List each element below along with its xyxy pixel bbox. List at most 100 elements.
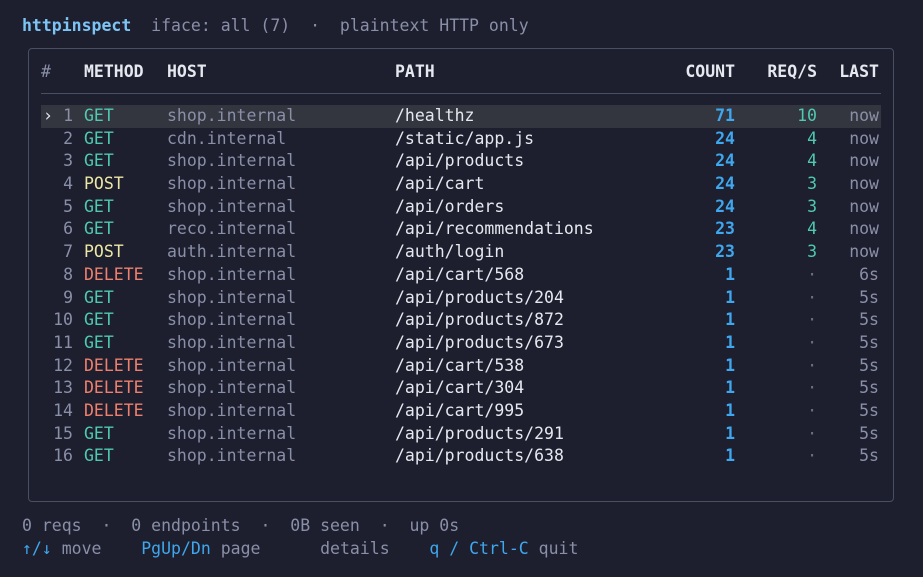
count-cell: 24: [715, 174, 735, 194]
quit-label: quit: [538, 539, 579, 558]
row-number: 16: [53, 446, 73, 466]
method-cell: GET: [84, 219, 114, 239]
path-cell: /api/cart: [395, 174, 485, 194]
title-separator: ·: [310, 16, 321, 35]
row-number: 7: [63, 242, 73, 262]
host-cell: shop.internal: [167, 151, 297, 171]
rps-cell: 4: [807, 219, 817, 239]
table-row-selected[interactable]: › 1 GET shop.internal/healthz 71 10 now: [41, 105, 881, 128]
last-seen-cell: 5s: [859, 378, 879, 398]
path-cell: /api/products: [395, 151, 525, 171]
host-cell: shop.internal: [167, 446, 297, 466]
method-cell: GET: [84, 151, 114, 171]
row-number: 6: [63, 219, 73, 239]
table-row[interactable]: 14 DELETE shop.internal/api/cart/995 1 · 5s: [41, 400, 881, 423]
method-cell: POST: [84, 242, 124, 262]
table-row[interactable]: 2 GET cdn.internal/static/app.js 24 4 now: [41, 128, 881, 151]
row-number: 10: [53, 310, 73, 330]
path-cell: /api/products/872: [395, 310, 564, 330]
path-cell: /api/orders: [395, 196, 505, 216]
page-key: PgUp/Dn: [141, 539, 211, 558]
table-row[interactable]: 13 DELETE shop.internal/api/cart/304 1 · 5s: [41, 377, 881, 400]
last-seen-cell: 5s: [859, 332, 879, 352]
page-label: page: [220, 539, 261, 558]
column-header-last: LAST: [839, 62, 879, 81]
status-separator: ·: [379, 516, 390, 535]
host-cell: shop.internal: [167, 106, 297, 125]
method-cell: GET: [84, 310, 114, 330]
method-cell: GET: [84, 196, 114, 216]
last-seen-cell: 5s: [859, 355, 879, 375]
count-cell: 71: [715, 106, 735, 125]
method-cell: GET: [84, 423, 114, 443]
method-cell: GET: [84, 128, 114, 148]
table-row[interactable]: 9 GET shop.internal/api/products/204 1 · 5s: [41, 287, 881, 310]
table-row[interactable]: 7 POST auth.internal/auth/login 23 3 now: [41, 241, 881, 264]
rps-cell: ·: [807, 287, 817, 307]
iface-indicator: iface: all (7): [151, 16, 291, 35]
last-seen-cell: now: [849, 151, 879, 171]
rps-cell: 10: [797, 106, 817, 125]
count-cell: 24: [715, 196, 735, 216]
count-cell: 23: [715, 242, 735, 262]
header-divider: [41, 93, 881, 94]
table-row[interactable]: 5 GET shop.internal/api/orders 24 3 now: [41, 196, 881, 219]
mode-indicator: plaintext HTTP only: [339, 16, 529, 35]
row-number: 15: [53, 423, 73, 443]
table-row[interactable]: 16 GET shop.internal/api/products/638 1 · 5s: [41, 445, 881, 468]
table-row[interactable]: 3 GET shop.internal/api/products 24 4 now: [41, 150, 881, 173]
table-row[interactable]: 11 GET shop.internal/api/products/673 1 · 5s: [41, 332, 881, 355]
path-cell: /auth/login: [395, 242, 505, 262]
last-seen-cell: now: [849, 174, 879, 194]
last-seen-cell: now: [849, 128, 879, 148]
path-cell: /api/cart/304: [395, 378, 525, 398]
row-number: 14: [53, 400, 73, 420]
status-endpoints: 0 endpoints: [131, 516, 241, 535]
host-cell: shop.internal: [167, 264, 297, 284]
count-cell: 24: [715, 128, 735, 148]
rps-cell: 3: [807, 174, 817, 194]
table-row[interactable]: 6 GET reco.internal/api/recommendations 23 4…: [41, 218, 881, 241]
path-cell: /api/cart/538: [395, 355, 525, 375]
move-label: move: [61, 539, 102, 558]
row-number: 4: [63, 174, 73, 194]
table-header: # METHOD HOST PATH COUNT REQ/S LAST: [41, 61, 881, 83]
count-cell: 1: [725, 264, 735, 284]
rps-cell: ·: [807, 423, 817, 443]
table-row[interactable]: 4 POST shop.internal/api/cart 24 3 now: [41, 173, 881, 196]
method-cell: GET: [84, 446, 114, 466]
last-seen-cell: 5s: [859, 423, 879, 443]
table-row[interactable]: 10 GET shop.internal/api/products/872 1 · 5s: [41, 309, 881, 332]
table-row[interactable]: 15 GET shop.internal/api/products/291 1 · 5s: [41, 423, 881, 446]
row-number: 13: [53, 378, 73, 398]
host-cell: shop.internal: [167, 378, 297, 398]
rps-cell: ·: [807, 446, 817, 466]
count-cell: 1: [725, 310, 735, 330]
rps-cell: ·: [807, 378, 817, 398]
method-cell: GET: [84, 106, 114, 125]
count-cell: 1: [725, 423, 735, 443]
count-cell: 1: [725, 355, 735, 375]
count-cell: 1: [725, 400, 735, 420]
host-cell: shop.internal: [167, 174, 297, 194]
request-list[interactable]: › 1 GET shop.internal/healthz 71 10 now 2 GET cdn…: [41, 105, 881, 468]
help-bar: ↑/↓ move PgUp/Dn page details q / Ctrl-C…: [22, 538, 578, 560]
method-cell: GET: [84, 332, 114, 352]
status-separator: ·: [101, 516, 112, 535]
quit-key: q / Ctrl-C: [429, 539, 529, 558]
count-cell: 1: [725, 332, 735, 352]
last-seen-cell: now: [849, 106, 879, 125]
last-seen-cell: now: [849, 219, 879, 239]
path-cell: /api/products/638: [395, 446, 564, 466]
method-cell: DELETE: [84, 355, 144, 375]
move-key: ↑/↓: [22, 539, 52, 558]
last-seen-cell: 5s: [859, 287, 879, 307]
host-cell: shop.internal: [167, 400, 297, 420]
rps-cell: ·: [807, 355, 817, 375]
last-seen-cell: 5s: [859, 446, 879, 466]
host-cell: shop.internal: [167, 287, 297, 307]
table-row[interactable]: 12 DELETE shop.internal/api/cart/538 1 · 5s: [41, 355, 881, 378]
table-row[interactable]: 8 DELETE shop.internal/api/cart/568 1 · 6s: [41, 264, 881, 287]
host-cell: shop.internal: [167, 423, 297, 443]
path-cell: /api/cart/995: [395, 400, 525, 420]
